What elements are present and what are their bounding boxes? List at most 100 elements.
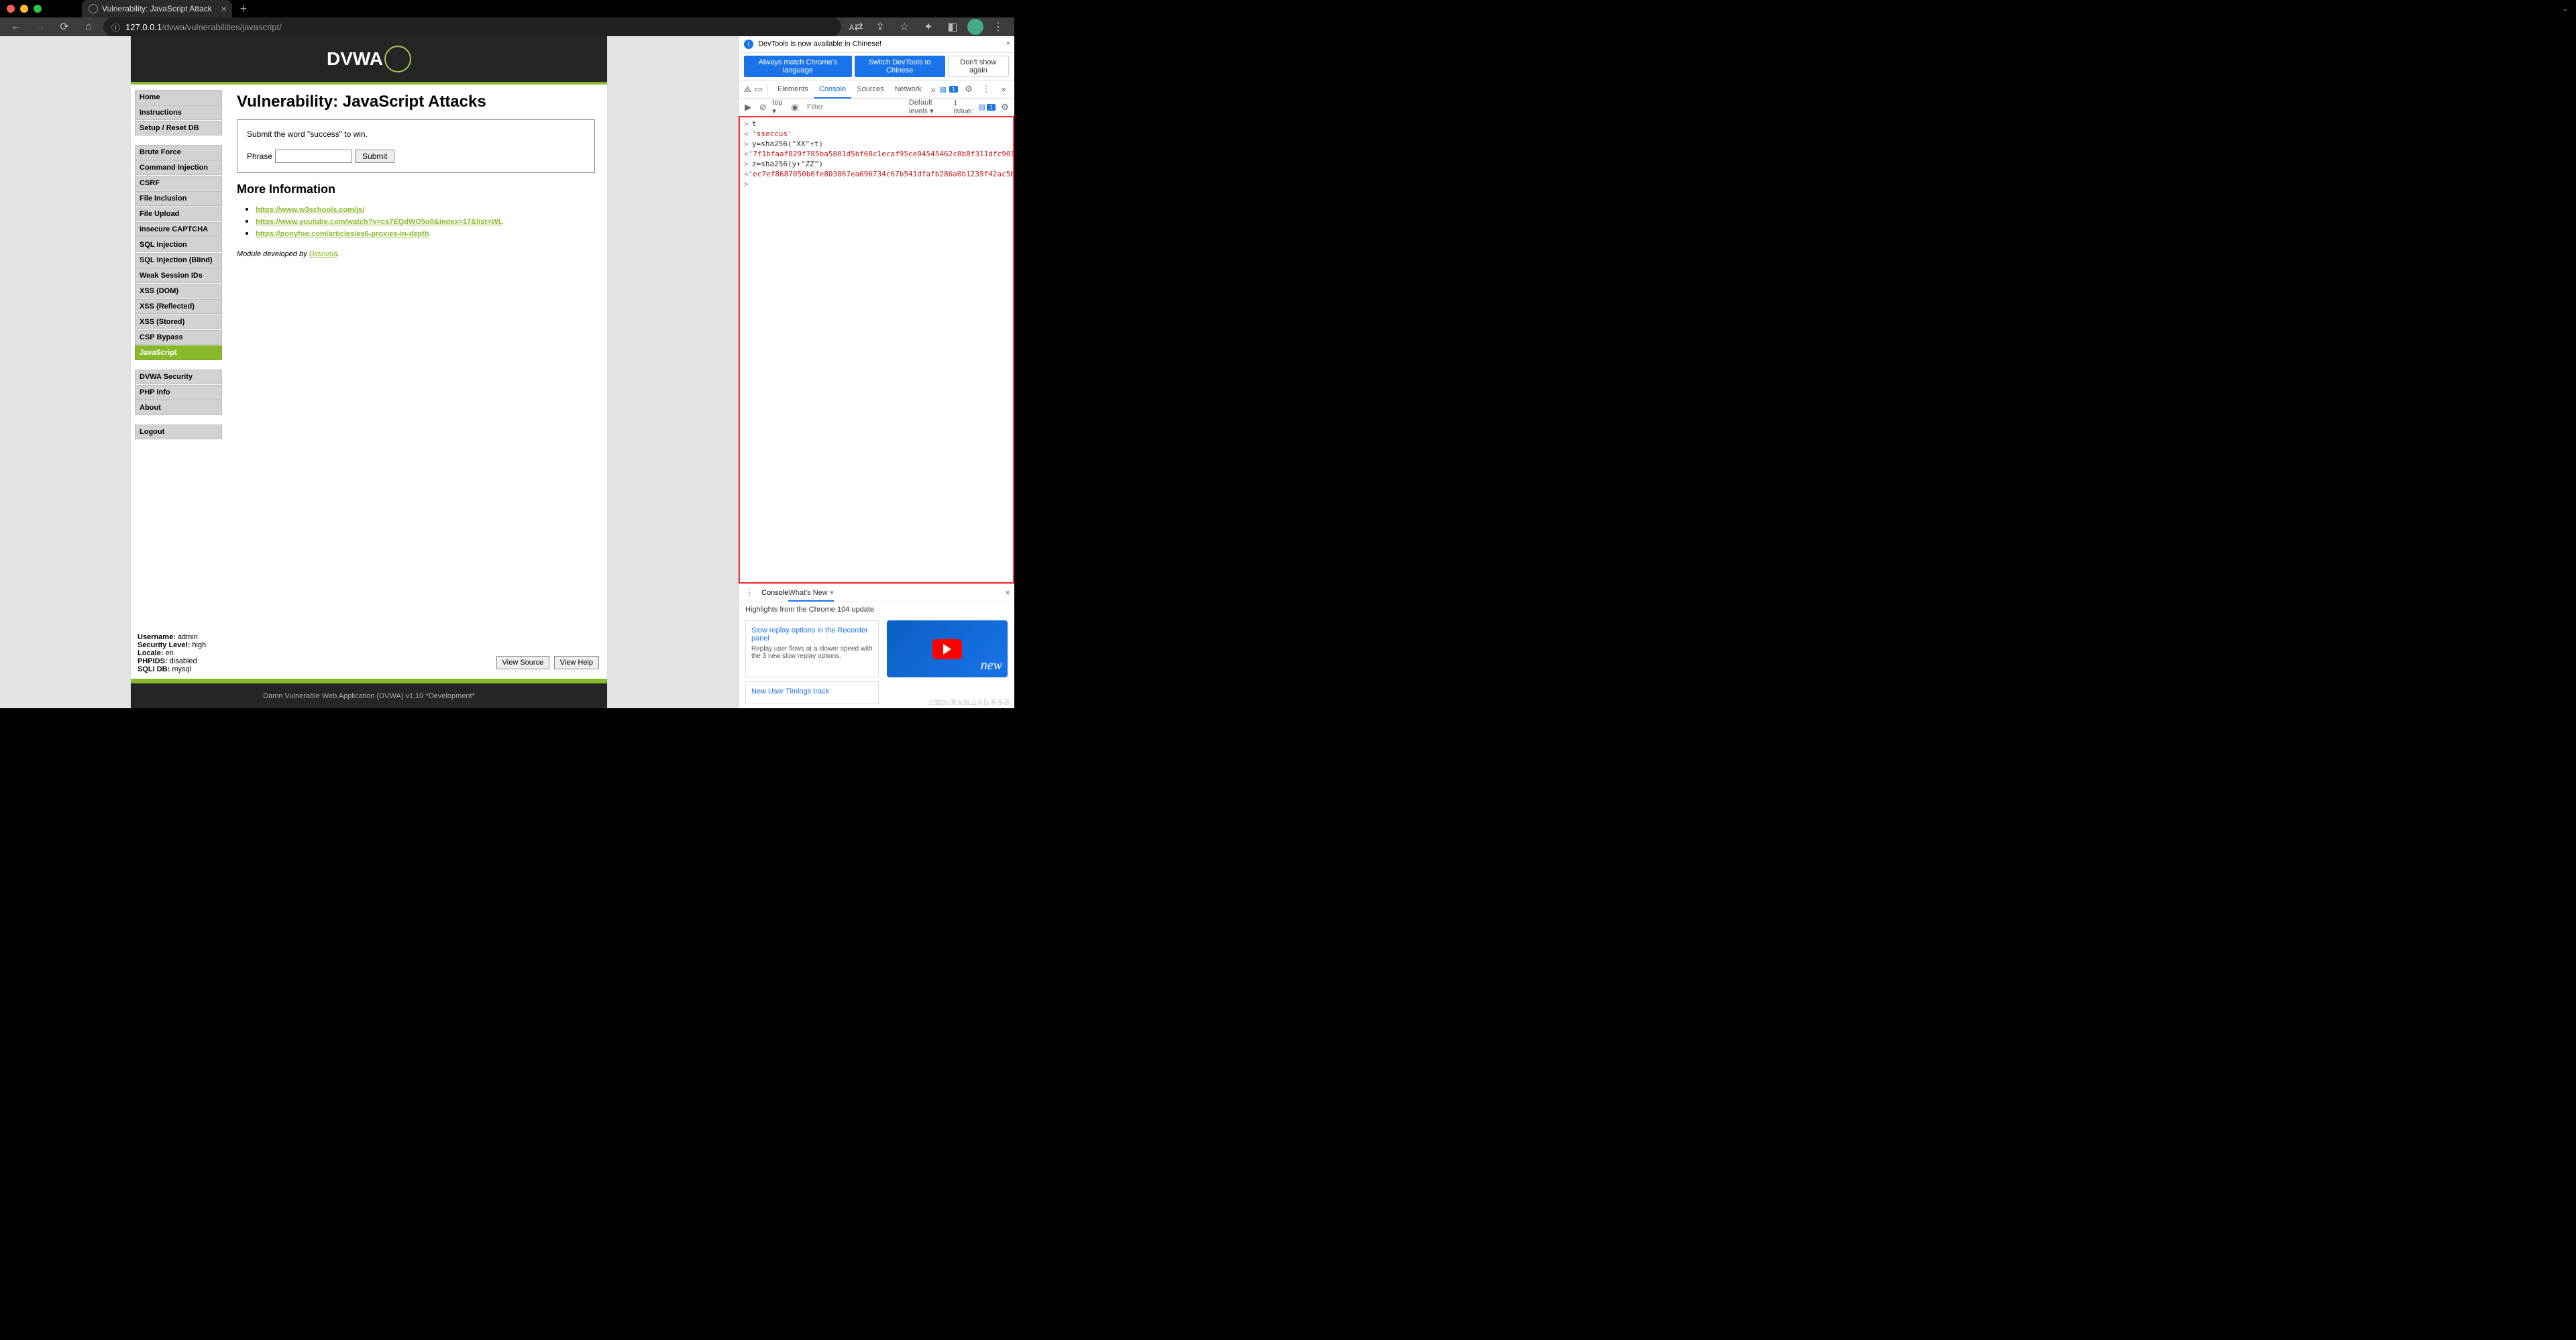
info-link[interactable]: https://www.youtube.com/watch?v=cs7EQdWO… — [256, 218, 502, 226]
play-icon[interactable]: ▶ — [743, 101, 753, 114]
devtools-tab-console[interactable]: Console — [814, 81, 851, 99]
view-source-button[interactable]: View Source — [496, 656, 550, 669]
devtools-tab-sources[interactable]: Sources — [851, 81, 889, 97]
sidebar-item-javascript[interactable]: JavaScript — [135, 345, 222, 360]
sidebar-item-weak-session-ids[interactable]: Weak Session IDs — [135, 268, 222, 283]
new-tab-button[interactable]: + — [240, 2, 248, 16]
back-button[interactable]: ← — [7, 17, 25, 36]
window-close-button[interactable] — [7, 5, 15, 13]
close-icon[interactable]: × — [221, 3, 226, 14]
devtools-tab-elements[interactable]: Elements — [772, 81, 814, 97]
expand-chevron-icon[interactable]: ⌄ — [2563, 5, 2568, 13]
sidebar-item-logout[interactable]: Logout — [135, 425, 222, 439]
home-button[interactable]: ⌂ — [79, 17, 98, 36]
arrow-icon: < — [744, 170, 749, 178]
close-icon[interactable]: × — [828, 589, 834, 597]
sidebar-item-sql-injection[interactable]: SQL Injection — [135, 237, 222, 252]
footer-text: Damn Vulnerable Web Application (DVWA) v… — [131, 681, 607, 708]
sidebar-item-php-info[interactable]: PHP Info — [135, 385, 222, 400]
sidebar-item-brute-force[interactable]: Brute Force — [135, 145, 222, 160]
sidebar-item-command-injection[interactable]: Command Injection — [135, 160, 222, 175]
share-icon[interactable]: ⇪ — [871, 17, 890, 36]
sidebar-item-dvwa-security[interactable]: DVWA Security — [135, 370, 222, 384]
translate-icon[interactable]: ᴀ⇄ — [847, 17, 865, 36]
info-link[interactable]: https://ponyfoo.com/articles/es6-proxies… — [256, 230, 429, 238]
window-minimize-button[interactable] — [20, 5, 28, 13]
kebab-icon[interactable]: ⋮ — [743, 586, 756, 600]
whatsnew-card[interactable]: Slow replay options in the Recorder pane… — [745, 620, 879, 677]
close-icon[interactable]: × — [1006, 40, 1010, 48]
console-row: >z=sha256(y+"ZZ") — [740, 159, 1013, 169]
sidebar-item-xss-reflected-[interactable]: XSS (Reflected) — [135, 299, 222, 314]
sidepanel-icon[interactable]: ◧ — [943, 17, 962, 36]
swirl-icon — [384, 46, 411, 72]
profile-avatar[interactable] — [967, 19, 983, 35]
more-info-heading: More Information — [237, 182, 595, 197]
gear-icon[interactable]: ⚙ — [1000, 101, 1010, 114]
window-maximize-button[interactable] — [34, 5, 42, 13]
info-link[interactable]: https://www.w3schools.com/js/ — [256, 206, 364, 214]
device-icon[interactable]: ▭ — [754, 82, 764, 96]
challenge-form: Submit the word "success" to win. Phrase — [237, 119, 595, 173]
module-credit: Module developed by Digininja. — [237, 250, 595, 258]
submit-button[interactable] — [355, 150, 394, 163]
match-language-button[interactable]: Always match Chrome's language — [744, 56, 852, 77]
url-text: 127.0.0.1 /dvwa/vulnerabilities/javascri… — [125, 22, 282, 32]
dvwa-logo: DVWA — [327, 46, 411, 72]
sidebar-item-sql-injection-blind-[interactable]: SQL Injection (Blind) — [135, 253, 222, 268]
eye-icon[interactable]: ◉ — [790, 101, 800, 114]
sidebar-item-xss-dom-[interactable]: XSS (DOM) — [135, 284, 222, 298]
sidebar-item-home[interactable]: Home — [135, 90, 222, 105]
console-row: >t — [740, 119, 1013, 129]
form-instruction: Submit the word "success" to win. — [247, 129, 585, 139]
drawer-tab-what-s-new[interactable]: What's New × — [788, 585, 834, 602]
reload-button[interactable]: ⟳ — [55, 17, 74, 36]
phrase-input[interactable] — [275, 150, 352, 163]
play-icon — [932, 639, 962, 659]
whatsnew-card[interactable]: New User Timings track — [745, 681, 879, 704]
watermark: CSDN 原火焰山乐队有多高 — [929, 697, 1010, 707]
sidebar-item-setup-reset-db[interactable]: Setup / Reset DB — [135, 121, 222, 135]
list-item: https://www.youtube.com/watch?v=cs7EQdWO… — [256, 215, 595, 227]
switch-language-button[interactable]: Switch DevTools to Chinese — [855, 56, 945, 77]
sidebar-item-instructions[interactable]: Instructions — [135, 105, 222, 120]
sidebar-item-csp-bypass[interactable]: CSP Bypass — [135, 330, 222, 345]
sidebar-item-csrf[interactable]: CSRF — [135, 176, 222, 190]
clear-console-icon[interactable]: ⊘ — [757, 101, 768, 114]
issues-label: 1 Issue: — [953, 99, 974, 115]
sidebar-item-file-upload[interactable]: File Upload — [135, 207, 222, 221]
highlights-title: Highlights from the Chrome 104 update — [745, 606, 1008, 614]
favicon-icon — [89, 4, 98, 13]
context-selector[interactable]: top ▾ — [772, 99, 785, 115]
levels-selector[interactable]: Default levels ▾ — [909, 99, 949, 115]
close-icon[interactable]: × — [1005, 588, 1010, 598]
sidebar-item-xss-stored-[interactable]: XSS (Stored) — [135, 315, 222, 329]
view-help-button[interactable]: View Help — [554, 656, 599, 669]
console-filter-input[interactable] — [804, 102, 905, 113]
extensions-icon[interactable]: ✦ — [919, 17, 938, 36]
browser-tab[interactable]: Vulnerability: JavaScript Attack × — [82, 0, 232, 17]
bookmark-icon[interactable]: ☆ — [895, 17, 914, 36]
info-icon[interactable]: ⓘ — [111, 21, 120, 34]
kebab-icon[interactable]: ⋮ — [979, 82, 993, 96]
console-row: <'ec7ef8687050b6fe803867ea696734c67b541d… — [740, 169, 1013, 179]
author-link[interactable]: Digininja — [309, 250, 337, 258]
address-bar[interactable]: ⓘ 127.0.0.1 /dvwa/vulnerabilities/javasc… — [103, 17, 841, 36]
menu-icon[interactable]: ⋮ — [989, 17, 1008, 36]
devtools-tab-network[interactable]: Network — [890, 81, 927, 97]
sidebar-item-file-inclusion[interactable]: File Inclusion — [135, 191, 222, 206]
console-output[interactable]: >t<'sseccus'>y=sha256("XX"+t)<'7f1bfaaf8… — [739, 116, 1014, 583]
arrow-icon: > — [744, 160, 752, 168]
close-icon[interactable]: × — [997, 82, 1010, 96]
more-tabs-icon[interactable]: » — [928, 82, 938, 96]
sidebar-item-insecure-captcha[interactable]: Insecure CAPTCHA — [135, 222, 222, 237]
forward-button[interactable]: → — [31, 17, 50, 36]
gear-icon[interactable]: ⚙ — [962, 82, 975, 96]
inspect-icon[interactable]: ⟁ — [743, 82, 753, 96]
dont-show-button[interactable]: Don't show again — [948, 56, 1009, 77]
devtools-tabs: ⟁ ▭ ElementsConsoleSourcesNetwork » ▤1 ⚙… — [739, 80, 1014, 99]
arrow-icon: < — [744, 129, 752, 138]
video-thumbnail[interactable]: new — [887, 620, 1008, 677]
sidebar-item-about[interactable]: About — [135, 400, 222, 415]
drawer-tab-console[interactable]: Console — [761, 589, 788, 597]
